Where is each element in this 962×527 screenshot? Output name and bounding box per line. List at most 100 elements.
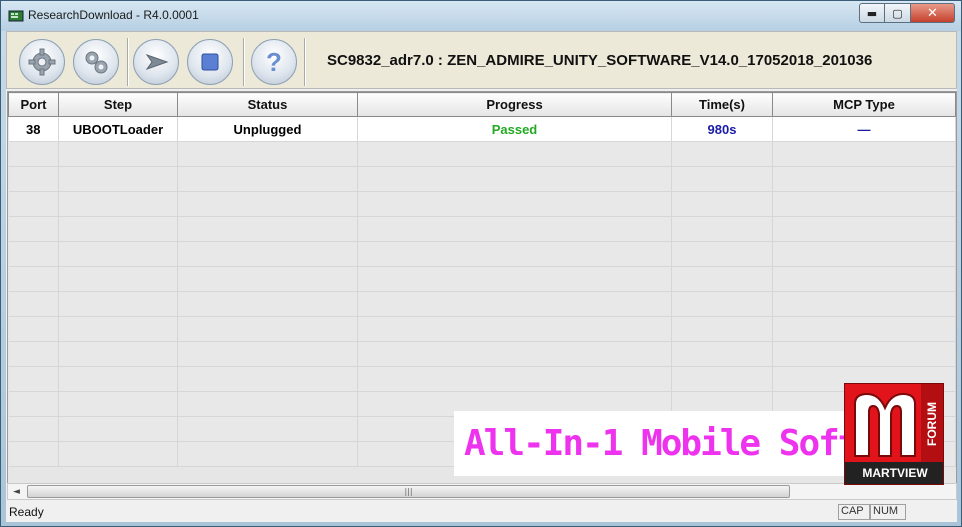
empty-cell (8, 141, 59, 167)
left-arrow-icon: ◄ (13, 486, 20, 497)
empty-cell (772, 166, 956, 192)
maximize-button[interactable]: ▢ (885, 3, 911, 23)
cell-progress: Passed (357, 116, 672, 142)
packet-title: SC9832_adr7.0 : ZEN_ADMIRE_UNITY_SOFTWAR… (327, 52, 873, 69)
status-text: Ready (9, 505, 44, 519)
scroll-thumb[interactable]: ||| (27, 485, 790, 498)
empty-table-row (8, 166, 956, 192)
empty-cell (58, 141, 178, 167)
empty-cell (58, 266, 178, 292)
title-bar[interactable]: ResearchDownload - R4.0.0001 ▬ ▢ ✕ (1, 1, 961, 31)
cell-port: 38 (8, 116, 59, 142)
empty-cell (357, 316, 672, 342)
column-header-step[interactable]: Step (58, 92, 178, 117)
column-header-time[interactable]: Time(s) (671, 92, 773, 117)
cap-indicator: CAP (838, 504, 870, 520)
status-bar: Ready CAP NUM (6, 503, 957, 522)
close-button[interactable]: ✕ (911, 3, 955, 23)
help-button[interactable]: ? (251, 39, 297, 85)
empty-cell (8, 366, 59, 392)
empty-cell (177, 141, 358, 167)
empty-cell (8, 316, 59, 342)
empty-cell (357, 366, 672, 392)
column-header-mcp-type[interactable]: MCP Type (772, 92, 956, 117)
empty-cell (177, 441, 358, 467)
close-icon: ✕ (927, 5, 938, 21)
logo-side-text: FORUM (921, 384, 943, 464)
empty-cell (177, 391, 358, 417)
empty-table-row (8, 291, 956, 317)
watermark-banner: All-In-1 Mobile Software So (454, 411, 854, 476)
load-packet-button[interactable] (19, 39, 65, 85)
empty-cell (58, 391, 178, 417)
horizontal-scrollbar[interactable]: ◄ ||| (7, 483, 957, 500)
empty-cell (357, 341, 672, 367)
minimize-button[interactable]: ▬ (859, 3, 885, 23)
empty-cell (177, 341, 358, 367)
stop-square-icon (201, 53, 219, 71)
empty-cell (357, 141, 672, 167)
minimize-icon: ▬ (866, 6, 878, 20)
empty-cell (357, 241, 672, 267)
empty-cell (8, 241, 59, 267)
empty-table-row (8, 366, 956, 392)
empty-cell (357, 216, 672, 242)
martview-logo: FORUM MARTVIEW (844, 383, 944, 485)
empty-table-row (8, 316, 956, 342)
empty-cell (177, 216, 358, 242)
empty-cell (671, 191, 773, 217)
window-title: ResearchDownload - R4.0.0001 (28, 8, 199, 22)
gear-icon (28, 48, 56, 76)
cell-status: Unplugged (177, 116, 358, 142)
grip-icon: ||| (404, 487, 413, 496)
empty-cell (357, 266, 672, 292)
empty-cell (671, 266, 773, 292)
empty-cell (772, 191, 956, 217)
empty-cell (58, 241, 178, 267)
martview-m-icon (854, 392, 916, 457)
column-header-status[interactable]: Status (177, 92, 358, 117)
toolbar-separator (127, 38, 129, 86)
empty-cell (8, 416, 59, 442)
empty-cell (357, 291, 672, 317)
empty-cell (177, 366, 358, 392)
scroll-left-arrow[interactable]: ◄ (8, 484, 25, 499)
empty-cell (58, 166, 178, 192)
empty-cell (58, 366, 178, 392)
column-header-progress[interactable]: Progress (357, 92, 672, 117)
play-arrow-icon (145, 54, 169, 70)
empty-table-row (8, 216, 956, 242)
empty-table-row (8, 141, 956, 167)
empty-cell (772, 141, 956, 167)
toolbar-separator (304, 38, 306, 86)
empty-cell (58, 341, 178, 367)
empty-cell (671, 291, 773, 317)
start-button[interactable] (133, 39, 179, 85)
empty-cell (357, 166, 672, 192)
empty-cell (58, 191, 178, 217)
empty-cell (8, 266, 59, 292)
empty-cell (58, 416, 178, 442)
cell-step: UBOOTLoader (58, 116, 178, 142)
table-row[interactable]: 38 UBOOTLoader Unplugged Passed 980s — (8, 116, 956, 142)
empty-cell (8, 166, 59, 192)
empty-cell (772, 316, 956, 342)
empty-cell (8, 441, 59, 467)
empty-cell (177, 416, 358, 442)
empty-table-row (8, 191, 956, 217)
settings-button[interactable] (73, 39, 119, 85)
column-header-port[interactable]: Port (8, 92, 59, 117)
empty-cell (357, 191, 672, 217)
empty-cell (177, 266, 358, 292)
empty-cell (58, 216, 178, 242)
empty-cell (177, 166, 358, 192)
watermark-text: All-In-1 Mobile Software So (464, 423, 854, 464)
toolbar-separator (243, 38, 245, 86)
stop-button[interactable] (187, 39, 233, 85)
empty-cell (8, 341, 59, 367)
empty-cell (671, 316, 773, 342)
empty-cell (58, 316, 178, 342)
empty-table-row (8, 266, 956, 292)
empty-cell (772, 216, 956, 242)
app-icon (8, 10, 24, 22)
